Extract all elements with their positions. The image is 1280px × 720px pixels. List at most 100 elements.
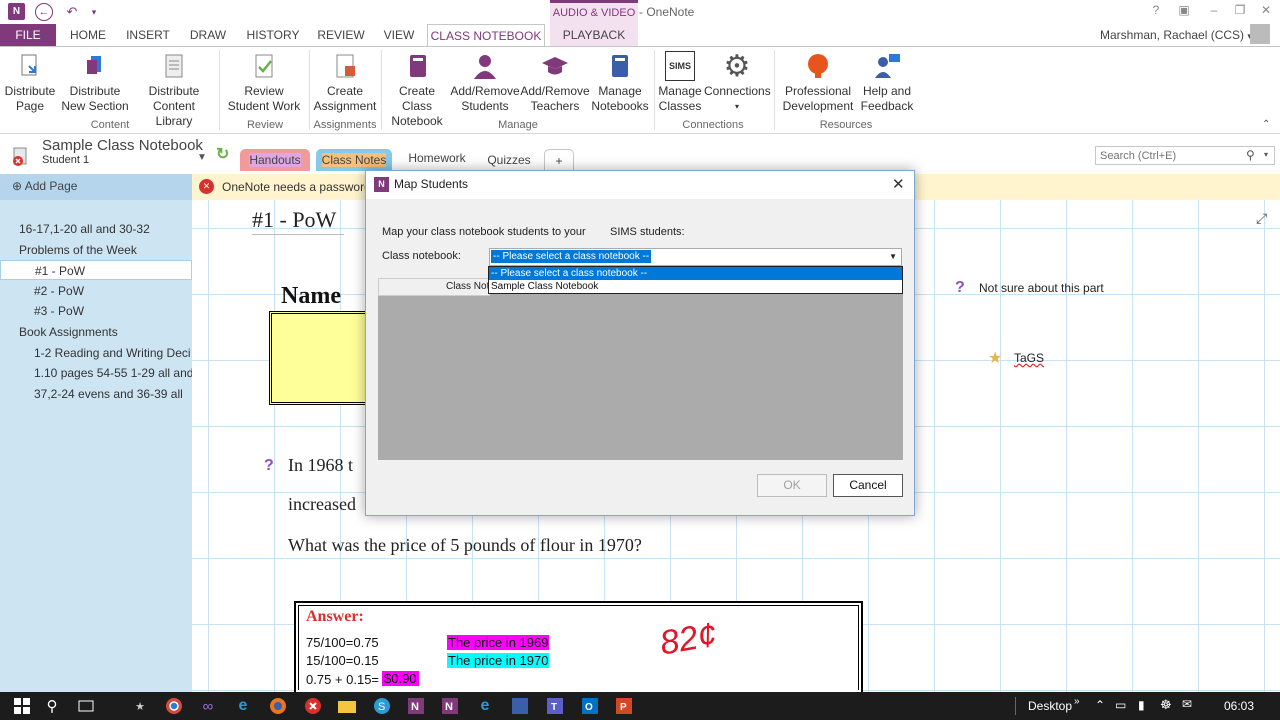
add-remove-students-button[interactable]: Add/Remove Students: [450, 50, 520, 114]
page-list-item[interactable]: Problems of the Week: [0, 240, 192, 260]
battery-icon[interactable]: ▮: [1138, 698, 1145, 712]
select-option-placeholder[interactable]: -- Please select a class notebook --: [489, 267, 902, 280]
search-icon[interactable]: ⚲: [40, 694, 64, 718]
add-page-button[interactable]: ⊕ Add Page: [0, 174, 192, 200]
section-tab-quizzes[interactable]: Quizzes: [480, 149, 538, 171]
grid-column-header[interactable]: Class Not: [378, 278, 490, 296]
review-student-work-button[interactable]: Review Student Work: [222, 50, 306, 114]
edge-icon[interactable]: e: [473, 694, 497, 718]
outlook-icon[interactable]: O: [578, 694, 602, 718]
desktop-toolbar[interactable]: Desktop: [1028, 699, 1072, 713]
tab-view[interactable]: VIEW: [378, 24, 420, 46]
network-icon[interactable]: ▭: [1115, 698, 1126, 712]
wifi-icon[interactable]: ☸: [1160, 697, 1172, 713]
tab-home[interactable]: HOME: [62, 24, 114, 46]
class-notebook-select[interactable]: -- Please select a class notebook -- ▼: [489, 248, 902, 266]
create-assignment-button[interactable]: Create Assignment: [312, 50, 378, 114]
notebook-name[interactable]: Sample Class Notebook: [42, 137, 203, 154]
question-line-2[interactable]: increased: [288, 494, 356, 515]
qat-customize-icon[interactable]: ▾: [85, 3, 103, 21]
onenote-taskbar-icon[interactable]: N: [404, 694, 428, 718]
chrome-icon[interactable]: [162, 694, 186, 718]
toolbar-chevron-icon[interactable]: »: [1074, 696, 1080, 707]
powerpoint-icon[interactable]: P: [612, 694, 636, 718]
page-list-item[interactable]: 16-17,1-20 all and 30-32: [0, 219, 192, 239]
tag-text-unsure[interactable]: Not sure about this part: [979, 281, 1104, 295]
tag-text-tags[interactable]: TaGS: [1014, 351, 1044, 365]
page-list-item[interactable]: 1.10 pages 54-55 1-29 all and: [0, 363, 192, 383]
answer-box[interactable]: [294, 601, 863, 692]
app-icon[interactable]: ★: [128, 694, 152, 718]
user-account[interactable]: Marshman, Rachael (CCS) ▾: [1100, 24, 1252, 46]
tab-draw[interactable]: DRAW: [184, 24, 232, 46]
manage-classes-button[interactable]: SIMS Manage Classes: [656, 50, 704, 114]
help-feedback-button[interactable]: Help and Feedback: [858, 50, 916, 114]
add-remove-students-label: Add/Remove Students: [450, 84, 520, 113]
section-tab-class-notes[interactable]: Class Notes: [316, 149, 392, 171]
professional-development-button[interactable]: Professional Development: [778, 50, 858, 114]
ie-icon[interactable]: e: [231, 694, 255, 718]
dialog-close-icon[interactable]: ✕: [892, 175, 905, 193]
firefox-icon[interactable]: [266, 694, 290, 718]
create-class-notebook-button[interactable]: Create Class Notebook: [384, 50, 450, 129]
tab-history[interactable]: HISTORY: [244, 24, 302, 46]
mapping-grid[interactable]: [378, 278, 903, 460]
notification-icon[interactable]: ✉: [1182, 697, 1192, 711]
section-tab-homework[interactable]: Homework: [398, 145, 476, 171]
tab-file[interactable]: FILE: [0, 24, 56, 46]
add-remove-teachers-button[interactable]: Add/Remove Teachers: [520, 50, 590, 114]
help-button[interactable]: ?: [1144, 3, 1168, 21]
task-view-icon[interactable]: [74, 694, 98, 718]
add-section-button[interactable]: +: [544, 149, 574, 171]
question-line-1[interactable]: In 1968 t: [288, 455, 353, 476]
avatar[interactable]: [1250, 24, 1270, 44]
page-title[interactable]: #1 - PoW: [252, 207, 336, 233]
cancel-button[interactable]: Cancel: [833, 474, 903, 497]
close-window-icon[interactable]: ✕: [1254, 3, 1278, 21]
app-icon[interactable]: [508, 694, 532, 718]
question-line-3[interactable]: What was the price of 5 pounds of flour …: [288, 535, 642, 556]
name-box[interactable]: [269, 311, 369, 405]
tab-class-notebook[interactable]: CLASS NOTEBOOK: [427, 24, 545, 47]
undo-icon[interactable]: ↶: [63, 3, 81, 21]
sync-icon[interactable]: ↻: [216, 144, 229, 164]
page-list-item[interactable]: 1-2 Reading and Writing Deci: [0, 343, 192, 363]
distribute-content-library-button[interactable]: Distribute Content Library: [134, 50, 214, 129]
onenote-taskbar-icon-2[interactable]: N: [438, 694, 462, 718]
distribute-new-section-button[interactable]: Distribute New Section: [58, 50, 132, 114]
page-list-item[interactable]: Book Assignments: [0, 322, 192, 342]
file-explorer-icon[interactable]: [335, 694, 359, 718]
page-list-item[interactable]: #2 - PoW: [0, 281, 192, 301]
app-icon[interactable]: [301, 694, 325, 718]
visual-studio-icon[interactable]: ∞: [196, 694, 220, 718]
review-student-work-label: Review Student Work: [227, 84, 301, 113]
notebook-icon: [401, 50, 433, 82]
select-option-sample-notebook[interactable]: Sample Class Notebook: [489, 280, 902, 293]
page-list-item[interactable]: 37,2-24 evens and 36-39 all: [0, 384, 192, 404]
page-list-item[interactable]: #3 - PoW: [0, 301, 192, 321]
minimize-icon[interactable]: –: [1202, 3, 1226, 21]
ribbon-display-options-icon[interactable]: ▣: [1172, 3, 1196, 21]
section-tab-handouts[interactable]: Handouts: [240, 149, 310, 171]
skype-icon[interactable]: S: [370, 694, 394, 718]
tab-playback[interactable]: PLAYBACK: [550, 24, 638, 46]
manage-notebooks-button[interactable]: Manage Notebooks: [590, 50, 650, 114]
distribute-page-button[interactable]: Distribute Page: [2, 50, 58, 114]
section-tab-label: Homework: [408, 151, 466, 165]
search-icon[interactable]: ⚲: [1246, 148, 1255, 162]
expand-page-icon[interactable]: ⤢: [1256, 210, 1267, 227]
connections-button[interactable]: ⚙ Connections ▾: [704, 50, 771, 114]
collapse-ribbon-icon[interactable]: ⌃: [1262, 119, 1270, 130]
search-scope-chevron-icon[interactable]: ▾: [1264, 150, 1268, 159]
ok-button[interactable]: OK: [757, 474, 827, 497]
restore-icon[interactable]: ❐: [1228, 3, 1252, 21]
notebook-dropdown-icon[interactable]: ▼: [197, 152, 207, 163]
tray-up-arrow-icon[interactable]: ⌃: [1095, 698, 1105, 712]
windows-start-icon[interactable]: [10, 694, 34, 718]
tab-insert[interactable]: INSERT: [122, 24, 174, 46]
tab-review[interactable]: REVIEW: [314, 24, 368, 46]
back-arrow-icon[interactable]: ←: [35, 3, 53, 21]
teams-icon[interactable]: T: [543, 694, 567, 718]
clock[interactable]: 06:03: [1224, 699, 1254, 713]
page-list-item[interactable]: #1 - PoW: [0, 260, 192, 281]
